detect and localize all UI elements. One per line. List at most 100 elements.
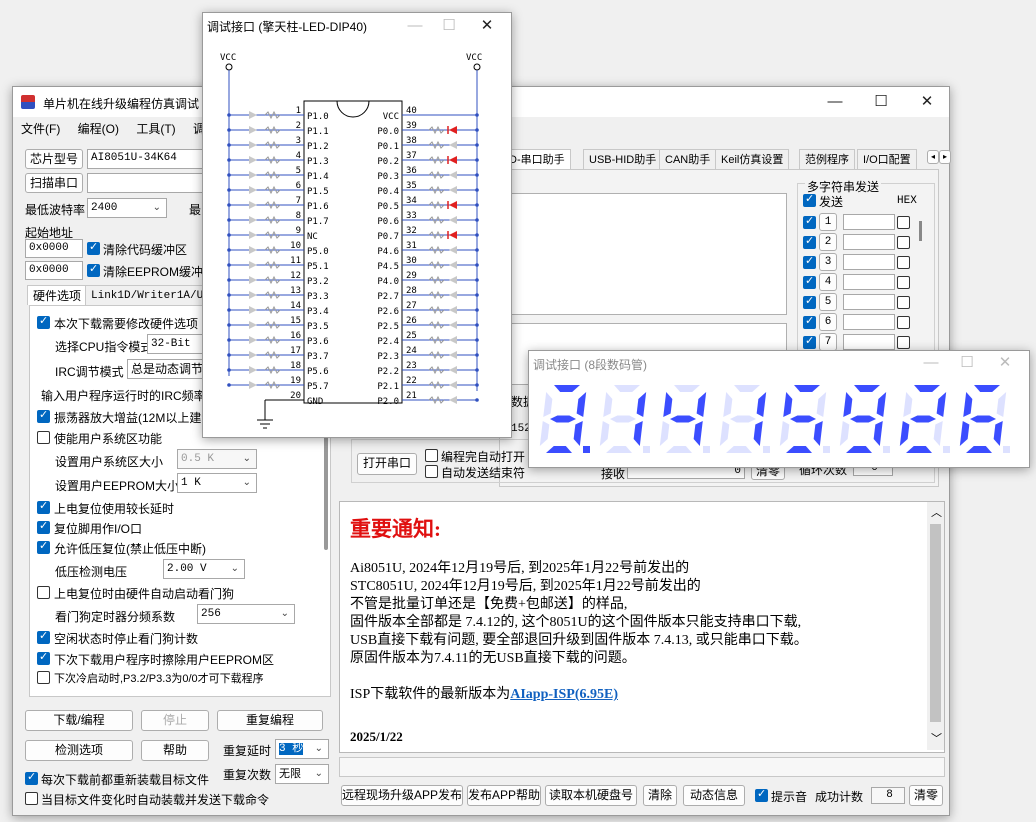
multi-send-row-hex-checkbox[interactable] bbox=[897, 236, 910, 249]
multi-send-row-checkbox[interactable] bbox=[803, 214, 816, 229]
minimize-button[interactable]: — bbox=[813, 87, 857, 117]
prompt-sound-checkbox[interactable] bbox=[755, 787, 768, 802]
stop-button[interactable]: 停止 bbox=[141, 710, 209, 731]
tab-serial-assistant[interactable]: D-串口助手 bbox=[503, 149, 571, 169]
port-field[interactable] bbox=[87, 173, 203, 193]
tab-keil-sim[interactable]: Keil仿真设置 bbox=[715, 149, 790, 169]
close-button[interactable]: ✕ bbox=[905, 87, 949, 117]
isp-version-link[interactable]: AIapp-ISP(6.95E) bbox=[510, 687, 618, 702]
multi-send-row-button[interactable]: 1 bbox=[819, 213, 837, 231]
eeprom-size-select[interactable]: 1 K ⌄ bbox=[177, 473, 257, 493]
tab-hardware-options[interactable]: 硬件选项 bbox=[27, 285, 88, 305]
wdt-auto-checkbox[interactable] bbox=[37, 586, 50, 599]
multi-send-row-input[interactable] bbox=[843, 214, 895, 230]
multi-send-row-checkbox[interactable] bbox=[803, 234, 816, 249]
irc-select[interactable]: 总是动态调节 bbox=[127, 359, 207, 379]
multi-send-row-input[interactable] bbox=[843, 274, 895, 290]
multi-send-row-hex-checkbox[interactable] bbox=[897, 316, 910, 329]
dip-window: 调试接口 (擎天柱-LED-DIP40) — ☐ ✕ VCC VCC 1 P1.0 2 P… bbox=[202, 12, 512, 438]
success-clear-button[interactable]: 清零 bbox=[909, 785, 943, 806]
multi-send-row-checkbox[interactable] bbox=[803, 274, 816, 289]
reset-pin-io-checkbox[interactable] bbox=[37, 519, 50, 534]
modify-hw-checkbox[interactable] bbox=[37, 314, 50, 329]
chip-model-button[interactable]: 芯片型号 bbox=[25, 149, 83, 169]
scroll-up-icon[interactable]: ︿ bbox=[931, 504, 942, 520]
scroll-down-icon[interactable]: ﹀ bbox=[931, 730, 942, 746]
multi-send-row-input[interactable] bbox=[843, 334, 895, 350]
user-sys-area-checkbox[interactable] bbox=[37, 431, 50, 444]
multi-send-row-hex-checkbox[interactable] bbox=[897, 216, 910, 229]
auto-send-end-checkbox[interactable] bbox=[425, 465, 438, 478]
auto-reload-checkbox[interactable] bbox=[25, 792, 38, 805]
multi-send-row-checkbox[interactable] bbox=[803, 314, 816, 329]
multi-send-row-input[interactable] bbox=[843, 294, 895, 310]
maximize-button[interactable]: ☐ bbox=[859, 87, 903, 117]
idle-stop-wdt-checkbox[interactable] bbox=[37, 629, 50, 644]
min-baud-select[interactable]: 2400 ⌄ bbox=[87, 198, 167, 218]
multi-send-row-hex-checkbox[interactable] bbox=[897, 276, 910, 289]
tab-examples[interactable]: 范例程序 bbox=[799, 149, 855, 169]
multi-send-scrollbar[interactable] bbox=[919, 221, 922, 241]
lvd-select[interactable]: 2.00 V ⌄ bbox=[163, 559, 245, 579]
scan-port-button[interactable]: 扫描串口 bbox=[25, 173, 83, 193]
osc-gain-checkbox[interactable] bbox=[37, 408, 50, 423]
erase-eeprom-checkbox[interactable] bbox=[37, 650, 50, 665]
chip-model-field[interactable]: AI8051U-34K64 bbox=[87, 149, 203, 169]
menu-file[interactable]: 文件(F) bbox=[21, 120, 60, 137]
cpu-mode-select[interactable]: 32-Bit bbox=[147, 334, 207, 354]
allow-lvr-checkbox[interactable] bbox=[37, 539, 50, 554]
tab-scroll-left-button[interactable]: ◂ bbox=[927, 150, 939, 164]
multi-send-row-button[interactable]: 5 bbox=[819, 293, 837, 311]
clear-button[interactable]: 清除 bbox=[643, 785, 677, 806]
download-button[interactable]: 下载/编程 bbox=[25, 710, 133, 731]
clear-eeprom-checkbox[interactable] bbox=[87, 262, 100, 277]
isp-version-prefix: ISP下载软件的最新版本为 bbox=[350, 687, 511, 702]
scroll-thumb[interactable] bbox=[930, 524, 941, 722]
multi-send-row-input[interactable] bbox=[843, 314, 895, 330]
publish-help-button[interactable]: 发布APP帮助 bbox=[467, 785, 541, 806]
notice-scrollbar[interactable]: ︿ ﹀ bbox=[927, 502, 944, 750]
dynamic-info-button[interactable]: 动态信息 bbox=[683, 785, 745, 806]
multi-send-row-button[interactable]: 7 bbox=[819, 333, 837, 351]
multi-send-row-checkbox[interactable] bbox=[803, 294, 816, 309]
multi-send-row-hex-checkbox[interactable] bbox=[897, 256, 910, 269]
menu-program[interactable]: 编程(O) bbox=[78, 120, 119, 137]
multi-send-row-input[interactable] bbox=[843, 254, 895, 270]
tab-can[interactable]: CAN助手 bbox=[659, 149, 717, 169]
multi-send-row-button[interactable]: 6 bbox=[819, 313, 837, 331]
multi-send-row-checkbox[interactable] bbox=[803, 334, 816, 349]
cold-boot-checkbox[interactable] bbox=[37, 671, 50, 684]
clear-code-checkbox[interactable] bbox=[87, 240, 100, 255]
help-button[interactable]: 帮助 bbox=[141, 740, 209, 761]
dip-close-button[interactable]: ✕ bbox=[467, 13, 507, 39]
check-options-button[interactable]: 检测选项 bbox=[25, 740, 133, 761]
repeat-program-button[interactable]: 重复编程 bbox=[217, 710, 323, 731]
multi-send-row-hex-checkbox[interactable] bbox=[897, 296, 910, 309]
multi-send-row-input[interactable] bbox=[843, 234, 895, 250]
auto-open-checkbox[interactable] bbox=[425, 449, 438, 462]
long-reset-delay-checkbox[interactable] bbox=[37, 499, 50, 514]
sys-area-size-select[interactable]: 0.5 K ⌄ bbox=[177, 449, 257, 469]
multi-send-row-hex-checkbox[interactable] bbox=[897, 336, 910, 349]
multi-send-row-checkbox[interactable] bbox=[803, 254, 816, 269]
multi-send-row-button[interactable]: 2 bbox=[819, 233, 837, 251]
repeat-count-select[interactable]: 无限 ⌄ bbox=[275, 764, 329, 784]
wdt-div-select[interactable]: 256 ⌄ bbox=[197, 604, 295, 624]
multi-send-row-button[interactable]: 4 bbox=[819, 273, 837, 291]
eeprom-addr-field[interactable]: 0x0000 bbox=[25, 261, 83, 280]
tab-io-config[interactable]: I/O口配置 bbox=[857, 149, 917, 169]
reload-target-checkbox[interactable] bbox=[25, 770, 38, 785]
start-addr-field[interactable]: 0x0000 bbox=[25, 239, 83, 258]
menu-tools[interactable]: 工具(T) bbox=[136, 120, 175, 137]
tab-scroll-right-button[interactable]: ▸ bbox=[939, 150, 951, 164]
repeat-delay-select[interactable]: 3 秒 ⌄ bbox=[275, 739, 329, 759]
left-pin-name: GND bbox=[307, 397, 323, 407]
multi-send-row-button[interactable]: 3 bbox=[819, 253, 837, 271]
remote-upgrade-button[interactable]: 远程现场升级APP发布 bbox=[341, 785, 463, 806]
tab-usb-hid[interactable]: USB-HID助手 bbox=[583, 149, 663, 169]
segment-f bbox=[603, 392, 613, 417]
send-all-checkbox[interactable] bbox=[803, 192, 816, 207]
receive-area[interactable] bbox=[505, 193, 787, 315]
read-disk-id-button[interactable]: 读取本机硬盘号 bbox=[545, 785, 637, 806]
open-port-button[interactable]: 打开串口 bbox=[357, 453, 417, 475]
